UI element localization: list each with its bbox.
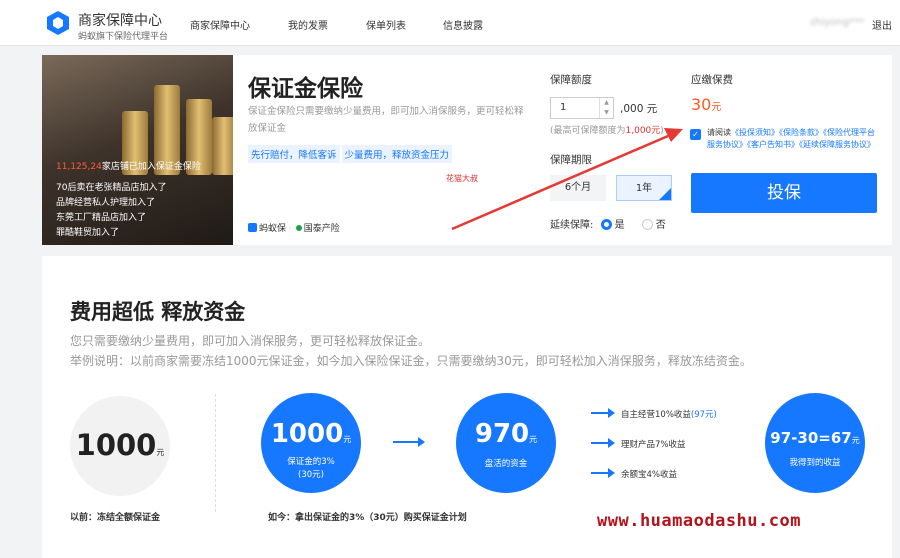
site-watermark: www.huamaodashu.com <box>597 511 801 531</box>
annotation-arrow-icon <box>451 128 683 231</box>
